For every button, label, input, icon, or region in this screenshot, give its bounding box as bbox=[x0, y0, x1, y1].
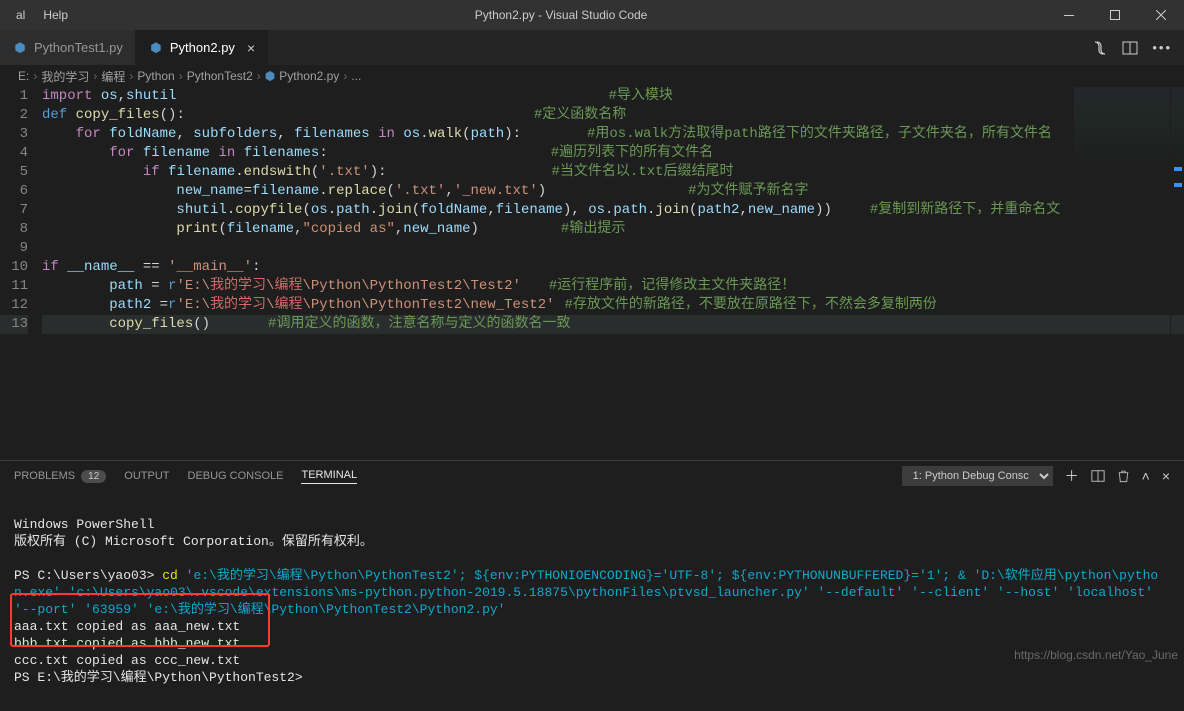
code-line[interactable]: for filename in filenames:#遍历列表下的所有文件名 bbox=[42, 144, 1184, 163]
terminal-prompt: PS C:\Users\yao03> bbox=[14, 568, 154, 583]
breadcrumb[interactable]: E:› 我的学习› 编程› Python› PythonTest2› ⬢ Pyt… bbox=[0, 65, 1184, 87]
close-window-button[interactable] bbox=[1138, 0, 1184, 30]
window-title: Python2.py - Visual Studio Code bbox=[76, 8, 1046, 22]
terminal-line: aaa.txt copied as aaa_new.txt bbox=[14, 619, 240, 634]
problems-count-badge: 12 bbox=[81, 470, 106, 483]
terminal-selector[interactable]: 1: Python Debug Consc bbox=[902, 466, 1053, 486]
close-panel-icon[interactable]: × bbox=[1162, 468, 1170, 484]
line-number: 3 bbox=[0, 125, 28, 144]
code-line[interactable]: copy_files()#调用定义的函数，注意名称与定义的函数名一致 bbox=[42, 315, 1184, 334]
code-area[interactable]: import os,shutil#导入模块def copy_files():#定… bbox=[42, 87, 1184, 460]
line-number: 8 bbox=[0, 220, 28, 239]
split-terminal-icon[interactable] bbox=[1091, 469, 1105, 483]
code-line[interactable]: if __name__ == '__main__': bbox=[42, 258, 1184, 277]
tab-label: Python2.py bbox=[170, 40, 235, 55]
code-line[interactable]: def copy_files():#定义函数名称 bbox=[42, 106, 1184, 125]
terminal-prompt: PS E:\我的学习\编程\Python\PythonTest2> bbox=[14, 670, 303, 685]
python-icon: ⬢ bbox=[265, 69, 275, 83]
minimize-button[interactable] bbox=[1046, 0, 1092, 30]
breadcrumb-seg[interactable]: Python bbox=[137, 69, 174, 83]
line-number: 9 bbox=[0, 239, 28, 258]
compare-changes-icon[interactable] bbox=[1092, 40, 1108, 56]
code-line[interactable]: path = r'E:\我的学习\编程\Python\PythonTest2\T… bbox=[42, 277, 1184, 296]
breadcrumb-seg[interactable]: Python2.py bbox=[279, 69, 339, 83]
line-number: 1 bbox=[0, 87, 28, 106]
line-number: 4 bbox=[0, 144, 28, 163]
python-icon: ⬢ bbox=[12, 40, 28, 56]
close-icon[interactable]: × bbox=[247, 40, 255, 56]
panel-tab-output[interactable]: OUTPUT bbox=[124, 470, 169, 482]
breadcrumb-seg[interactable]: E: bbox=[18, 69, 29, 83]
menu-item-help[interactable]: Help bbox=[35, 4, 76, 26]
tab-python2[interactable]: ⬢ Python2.py × bbox=[136, 30, 268, 65]
code-editor[interactable]: 12345678910111213 import os,shutil#导入模块d… bbox=[0, 87, 1184, 460]
line-number: 6 bbox=[0, 182, 28, 201]
code-line[interactable]: path2 =r'E:\我的学习\编程\Python\PythonTest2\n… bbox=[42, 296, 1184, 315]
tab-pythontest1[interactable]: ⬢ PythonTest1.py bbox=[0, 30, 136, 65]
code-line[interactable]: print(filename,"copied as",new_name)#输出提… bbox=[42, 220, 1184, 239]
breadcrumb-seg[interactable]: PythonTest2 bbox=[187, 69, 253, 83]
overview-ruler[interactable] bbox=[1170, 87, 1184, 460]
line-number: 10 bbox=[0, 258, 28, 277]
editor-tabs: ⬢ PythonTest1.py ⬢ Python2.py × ••• bbox=[0, 30, 1184, 65]
terminal-line: Windows PowerShell bbox=[14, 517, 154, 532]
line-number-gutter: 12345678910111213 bbox=[0, 87, 42, 460]
new-terminal-icon[interactable]: ＋ bbox=[1065, 466, 1079, 486]
terminal-line: 版权所有 (C) Microsoft Corporation。保留所有权利。 bbox=[14, 534, 373, 549]
minimap[interactable] bbox=[1074, 87, 1184, 167]
more-actions-icon[interactable]: ••• bbox=[1152, 40, 1172, 55]
line-number: 5 bbox=[0, 163, 28, 182]
tab-label: PythonTest1.py bbox=[34, 40, 123, 55]
line-number: 12 bbox=[0, 296, 28, 315]
code-line[interactable]: shutil.copyfile(os.path.join(foldName,fi… bbox=[42, 201, 1184, 220]
breadcrumb-seg[interactable]: 我的学习 bbox=[41, 68, 89, 85]
panel-tab-debug-console[interactable]: DEBUG CONSOLE bbox=[188, 470, 284, 482]
panel-tab-problems[interactable]: PROBLEMS 12 bbox=[14, 470, 106, 483]
line-number: 7 bbox=[0, 201, 28, 220]
python-icon: ⬢ bbox=[148, 40, 164, 56]
terminal-cmd: cd bbox=[154, 568, 185, 583]
breadcrumb-seg[interactable]: ... bbox=[351, 69, 361, 83]
menu-item-al[interactable]: al bbox=[8, 4, 33, 26]
maximize-button[interactable] bbox=[1092, 0, 1138, 30]
code-line[interactable]: new_name=filename.replace('.txt','_new.t… bbox=[42, 182, 1184, 201]
terminal-output[interactable]: Windows PowerShell 版权所有 (C) Microsoft Co… bbox=[0, 491, 1184, 711]
bottom-panel: PROBLEMS 12 OUTPUT DEBUG CONSOLE TERMINA… bbox=[0, 460, 1184, 711]
line-number: 13 bbox=[0, 315, 28, 334]
watermark-text: https://blog.csdn.net/Yao_June bbox=[1014, 648, 1178, 662]
line-number: 2 bbox=[0, 106, 28, 125]
code-line[interactable]: for foldName, subfolders, filenames in o… bbox=[42, 125, 1184, 144]
maximize-panel-icon[interactable]: ˄ bbox=[1142, 468, 1150, 484]
code-line[interactable]: if filename.endswith('.txt'):#当文件名以.txt后… bbox=[42, 163, 1184, 182]
title-bar: al Help Python2.py - Visual Studio Code bbox=[0, 0, 1184, 30]
panel-tab-terminal[interactable]: TERMINAL bbox=[301, 469, 357, 484]
split-editor-icon[interactable] bbox=[1122, 40, 1138, 56]
code-line[interactable]: import os,shutil#导入模块 bbox=[42, 87, 1184, 106]
code-line[interactable] bbox=[42, 239, 1184, 258]
panel-tab-label: PROBLEMS bbox=[14, 470, 75, 482]
terminal-args: 'e:\我的学习\编程\Python\PythonTest2'; ${env:P… bbox=[14, 568, 1161, 617]
breadcrumb-seg[interactable]: 编程 bbox=[101, 68, 125, 85]
kill-terminal-icon[interactable] bbox=[1117, 469, 1130, 483]
line-number: 11 bbox=[0, 277, 28, 296]
terminal-line: bbb.txt copied as bbb_new.txt bbox=[14, 636, 240, 651]
